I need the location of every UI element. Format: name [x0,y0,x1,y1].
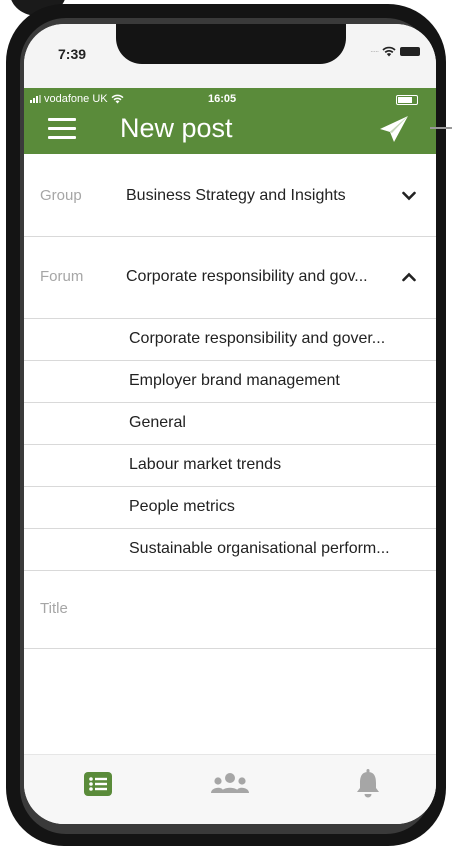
wifi-icon [382,46,396,57]
app-header: vodafone UK 16:05 New post [24,88,436,154]
device-notch [116,24,346,64]
tab-posts[interactable] [78,767,118,801]
hamburger-menu-icon[interactable] [48,118,76,140]
signal-bars-icon [30,95,41,103]
tab-community[interactable] [210,767,250,801]
tab-notifications[interactable] [348,767,388,801]
group-selector[interactable]: Group Business Strategy and Insights [24,154,436,237]
forum-option[interactable]: Corporate responsibility and gover... [24,319,436,361]
forum-option-label: People metrics [129,498,235,515]
page-title: New post [120,113,233,143]
forum-option[interactable]: Employer brand management [24,361,436,403]
forum-option[interactable]: General [24,403,436,445]
chevron-down-icon[interactable] [402,191,416,201]
wifi-icon [111,94,124,104]
forum-option[interactable]: Labour market trends [24,445,436,487]
forum-option-label: Sustainable organisational perform... [129,540,390,557]
inner-status-bar: vodafone UK 16:05 [24,90,436,108]
group-value: Business Strategy and Insights [126,187,346,204]
ios-time: 7:39 [58,46,87,62]
list-icon [84,772,112,796]
forum-value: Corporate responsibility and gov... [126,268,368,285]
bottom-tab-bar [24,754,436,824]
forum-option[interactable]: People metrics [24,487,436,529]
group-label: Group [40,187,82,204]
signal-dots-icon: ····· [370,47,379,56]
forum-option[interactable]: Sustainable organisational perform... [24,529,436,571]
forum-option-label: Labour market trends [129,456,282,473]
forum-option-label: Corporate responsibility and gover... [129,330,386,347]
forum-label: Forum [40,268,84,285]
carrier-name: vodafone UK [44,93,108,105]
title-placeholder: Title [40,600,68,617]
inner-status-time: 16:05 [208,93,237,105]
title-field[interactable]: Title [24,569,436,649]
annotation-arrow [430,127,452,129]
app-screen: 7:39 ····· vodafone UK 16:05 New post Gr… [24,24,436,824]
forum-selector[interactable]: Forum Corporate responsibility and gov..… [24,237,436,319]
ios-status-icons: ····· [370,46,421,57]
carrier-indicator: vodafone UK [30,93,124,105]
ios-status-bar: 7:39 ····· [24,24,436,88]
battery-icon [396,95,418,105]
people-icon [211,773,249,793]
chevron-up-icon[interactable] [402,272,416,282]
battery-icon [400,47,421,56]
forum-option-label: Employer brand management [129,372,340,389]
bell-icon [357,769,379,798]
forum-option-label: General [129,414,186,431]
paper-plane-icon[interactable] [378,114,410,144]
